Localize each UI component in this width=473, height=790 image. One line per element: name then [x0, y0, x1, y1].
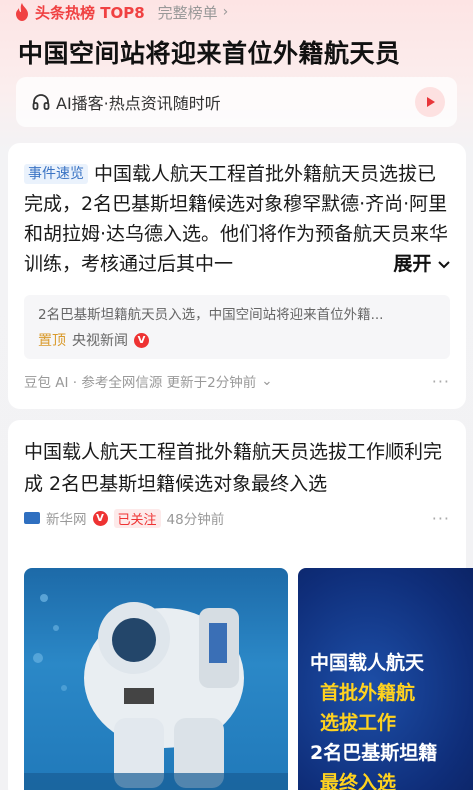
poster-line: 选拔工作	[320, 712, 397, 734]
related-news-box[interactable]: 2名巴基斯坦籍航天员入选，中国空间站将迎来首位外籍... 置顶 央视新闻 V	[24, 295, 450, 359]
source-name[interactable]: 央视新闻	[72, 330, 128, 350]
ai-podcast-label: AI播客·热点资讯随时听	[56, 94, 221, 113]
play-button[interactable]	[415, 87, 445, 117]
more-options-icon[interactable]: ···	[432, 372, 450, 391]
ai-source-footer: 豆包 AI · 参考全网信源 更新于2分钟前 ⌄ ···	[24, 371, 450, 392]
hot-list-header[interactable]: 头条热榜 TOP8 完整榜单 ›	[14, 0, 228, 24]
ai-podcast-bar[interactable]: AI播客·热点资讯随时听	[16, 77, 457, 127]
headphones-icon	[32, 94, 50, 110]
related-news-meta: 置顶 央视新闻 V	[38, 330, 436, 350]
flame-icon	[16, 3, 28, 21]
poster-line: 中国载人航天	[310, 652, 425, 674]
astronaut-illustration	[24, 594, 288, 790]
xinhua-logo-icon	[24, 512, 40, 524]
news-title[interactable]: 中国载人航天工程首批外籍航天员选拔工作顺利完成 2名巴基斯坦籍候选对象最终入选	[24, 436, 444, 500]
poster-line: 首批外籍航	[320, 682, 416, 704]
news-poster[interactable]: 中国载人航天 首批外籍航 选拔工作 2名巴基斯坦籍 最终入选	[298, 568, 473, 790]
chevron-down-icon	[438, 261, 450, 269]
more-options-icon[interactable]: ···	[432, 509, 450, 528]
verified-badge-icon: V	[92, 510, 108, 526]
poster-text: 中国载人航天 首批外籍航 选拔工作 2名巴基斯坦籍 最终入选	[310, 648, 437, 790]
event-summary-card[interactable]: 事件速览 中国载人航天工程首批外籍航天员选拔已完成，2名巴基斯坦籍候选对象穆罕默德…	[8, 143, 466, 409]
full-list-link[interactable]: 完整榜单	[158, 2, 218, 23]
ai-source-text: 豆包 AI · 参考全网信源 更新于2分钟前	[24, 375, 257, 391]
event-tag: 事件速览	[24, 164, 88, 184]
verified-badge-icon: V	[134, 332, 149, 348]
related-news-text: 2名巴基斯坦籍航天员入选，中国空间站将迎来首位外籍...	[38, 307, 384, 323]
news-time: 48分钟前	[166, 512, 225, 528]
news-meta: 新华网 V 已关注 48分钟前 ···	[24, 508, 450, 528]
play-icon	[427, 97, 435, 107]
astronaut-photo[interactable]	[24, 568, 288, 790]
poster-line: 最终入选	[320, 772, 397, 790]
page-headline: 中国空间站将迎来首位外籍航天员	[18, 39, 401, 68]
expand-label: 展开	[393, 253, 432, 275]
chevron-down-icon[interactable]: ⌄	[261, 373, 272, 389]
expand-button[interactable]: 展开	[385, 249, 450, 279]
pinned-label: 置顶	[38, 333, 66, 349]
news-card[interactable]: 中国载人航天工程首批外籍航天员选拔工作顺利完成 2名巴基斯坦籍候选对象最终入选 …	[8, 420, 473, 790]
followed-badge: 已关注	[113, 508, 161, 528]
poster-line: 2名巴基斯坦籍	[310, 742, 438, 764]
news-source[interactable]: 新华网	[46, 508, 87, 528]
chevron-right-icon: ›	[222, 4, 229, 20]
hot-list-title: 头条热榜 TOP8	[35, 3, 145, 22]
